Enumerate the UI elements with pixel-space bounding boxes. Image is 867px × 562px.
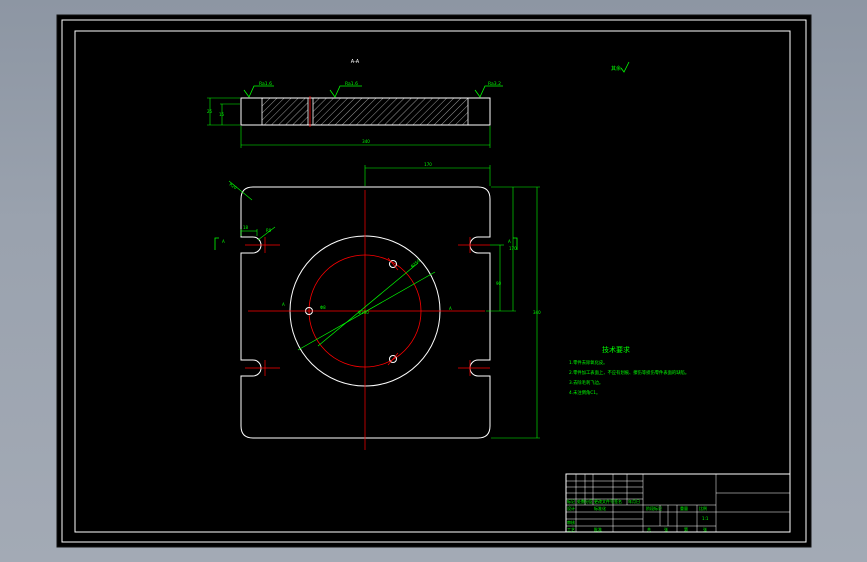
view-marker: A: [508, 239, 511, 244]
tb-sheet-label: 张: [703, 526, 707, 532]
dim-overall-width: 340: [362, 139, 370, 144]
note-line: 1.零件去除氧化皮。: [569, 359, 607, 366]
dim-hole: Φ8: [320, 305, 326, 310]
tb-nth: 第: [684, 526, 688, 532]
hatch-left: [261, 97, 309, 126]
tb-process: 工艺: [567, 527, 575, 532]
tb-review: 审核: [567, 519, 575, 525]
roughness-top-right: Ra3.2: [488, 81, 501, 87]
note-line: 2.零件加工表面上，不应有划痕、擦伤等损伤零件表面的缺陷。: [569, 369, 689, 376]
tb-total: 共: [647, 526, 651, 532]
tb-approve: 批准: [594, 526, 602, 532]
dim-slot-radius: R9: [266, 228, 272, 233]
dim-inner: 15: [219, 112, 225, 117]
dim-half-height: 170: [509, 246, 517, 251]
tb-mark: 标记: [567, 498, 575, 504]
dim-slot-width: 18: [243, 225, 249, 230]
view-marker: A: [222, 239, 225, 244]
tb-designer: 设计: [567, 505, 575, 511]
notes-title: 技术要求: [602, 345, 630, 354]
dim-height: 340: [533, 310, 541, 315]
tb-zone: 分区: [585, 498, 593, 504]
tb-weight: 重量: [680, 505, 688, 511]
tb-date: 年月日: [628, 498, 640, 504]
tb-scale: 比例: [699, 505, 707, 511]
roughness-other: 其余: [611, 65, 621, 72]
view-marker: A: [282, 302, 285, 307]
tb-stage: 阶段标记: [646, 505, 662, 511]
dim-half-width: 170: [424, 162, 432, 167]
view-marker: A: [449, 306, 452, 311]
note-line: 3.去除毛刺飞边。: [569, 379, 603, 386]
tb-std: 标准化: [594, 505, 606, 511]
dim-slot-pitch: 90: [496, 281, 502, 286]
note-line: 4.未注倒角C1。: [569, 389, 600, 396]
tb-sign: 签名: [614, 498, 622, 504]
section-label: A-A: [351, 59, 360, 65]
drawing-sheet: A-A Ra1.6 Ra1.6 Ra3.2 25 15 340 其余 Φ250 …: [56, 14, 812, 548]
roughness-top-mid: Ra1.6: [345, 81, 358, 87]
dim-boss: Φ350: [358, 310, 369, 315]
dim-thickness: 25: [207, 109, 213, 114]
tb-count: 处数: [577, 498, 585, 504]
tb-scale-value: 1:1: [702, 516, 709, 521]
hatch-right: [312, 97, 469, 126]
tb-sheet-label: 张: [664, 526, 668, 532]
roughness-top-left: Ra1.6: [259, 81, 272, 87]
cad-viewport[interactable]: A-A Ra1.6 Ra1.6 Ra3.2 25 15 340 其余 Φ250 …: [0, 0, 867, 562]
tb-docno: 更改文件号: [594, 498, 614, 504]
